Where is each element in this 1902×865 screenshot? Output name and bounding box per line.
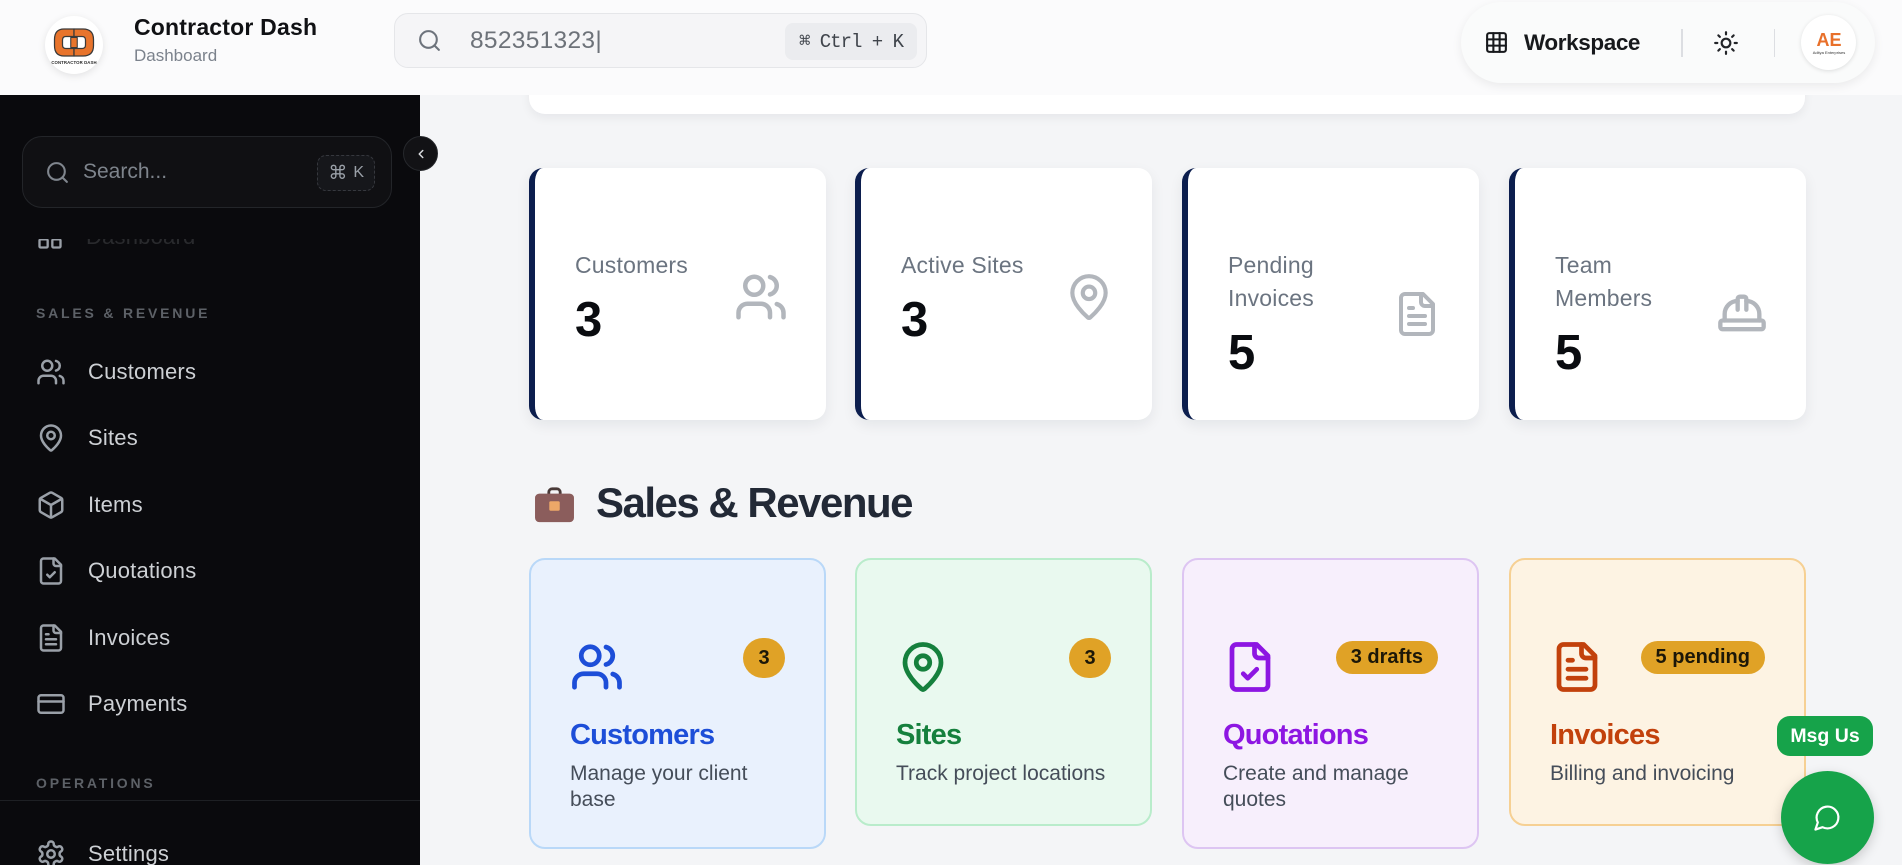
svg-text:CONTRACTOR DASH: CONTRACTOR DASH <box>51 60 96 65</box>
svg-text:AE: AE <box>1816 30 1841 50</box>
svg-text:Aditya Enterprises: Aditya Enterprises <box>1812 50 1844 55</box>
